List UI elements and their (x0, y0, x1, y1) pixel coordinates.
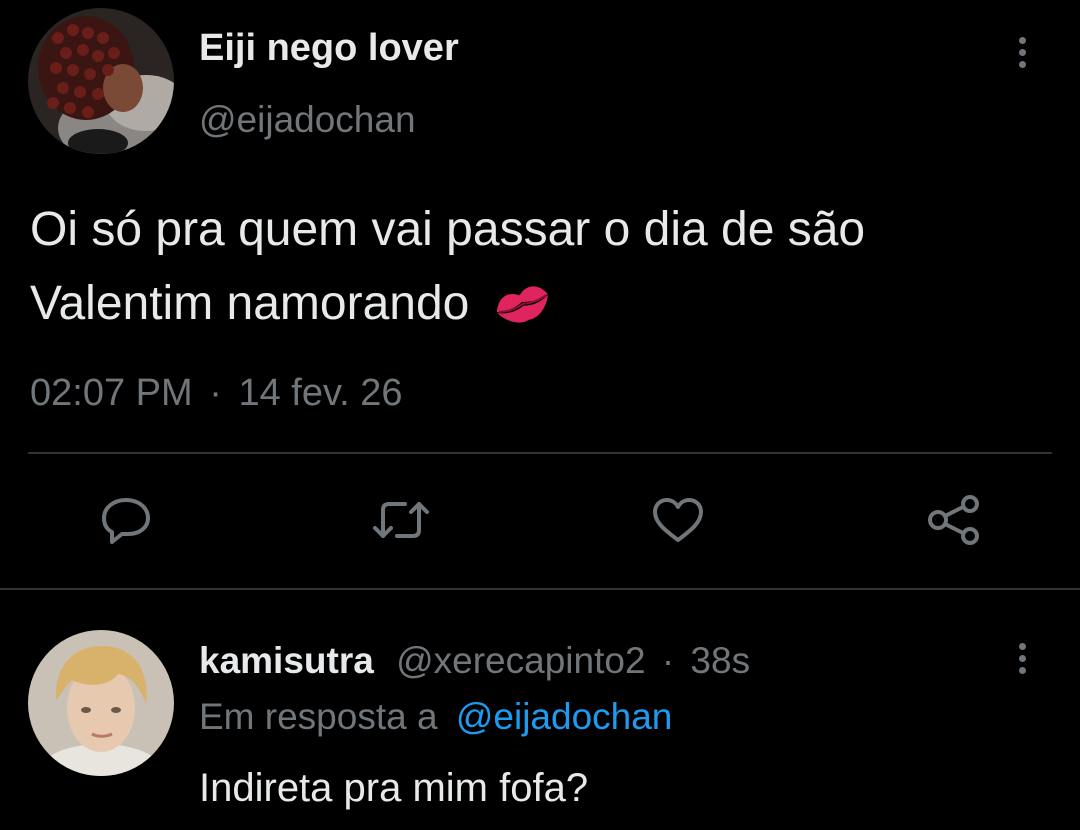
avatar-photo (28, 8, 174, 154)
replying-to-prefix: Em resposta a (199, 696, 438, 737)
tweet-text: Oi só pra quem vai passar o dia de são V… (30, 193, 1050, 347)
author-display-name[interactable]: Eiji nego lover (199, 27, 459, 70)
heart-icon (653, 498, 703, 542)
reply-meta-separator: · (661, 640, 675, 681)
tweet-divider-bottom (0, 588, 1080, 590)
replying-to: Em resposta a @eijadochan (199, 696, 672, 738)
tweet-text-line-1: Oi só pra quem vai passar o dia de são (30, 203, 866, 256)
share-icon (928, 495, 979, 545)
reply-button[interactable] (96, 490, 156, 550)
author-handle[interactable]: @eijadochan (199, 99, 416, 141)
tweet-time: 02:07 PM (30, 372, 193, 414)
kiss-mark-emoji (491, 273, 553, 347)
tweet-text-line-2: Valentim namorando (30, 267, 1050, 347)
reply-author-name[interactable]: kamisutra (199, 640, 374, 681)
avatar-photo (28, 630, 174, 776)
tweet-timestamp: 02:07 PM · 14 fev. 26 (30, 372, 403, 415)
reply-more-options-button[interactable] (1010, 636, 1034, 680)
tweet-divider-top (28, 452, 1052, 454)
more-vertical-icon (1018, 642, 1026, 650)
author-avatar[interactable] (28, 8, 174, 154)
lips-icon (496, 286, 548, 323)
reply-icon (102, 498, 150, 544)
more-vertical-icon (1018, 36, 1026, 44)
retweet-button[interactable] (371, 490, 431, 550)
reply-author-handle[interactable]: @xerecapinto2 (396, 640, 645, 681)
reply-age: 38s (690, 640, 751, 681)
more-options-button[interactable] (1010, 30, 1034, 74)
like-button[interactable] (648, 490, 708, 550)
reply-author-avatar[interactable] (28, 630, 174, 776)
tweet-date: 14 fev. 26 (238, 372, 403, 414)
retweet-icon (373, 502, 429, 538)
timestamp-separator: · (209, 372, 222, 414)
reply-text: Indireta pra mim fofa? (199, 766, 589, 810)
reply-header: kamisutra @xerecapinto2 · 38s (199, 640, 750, 682)
share-button[interactable] (924, 490, 984, 550)
replying-to-handle-link[interactable]: @eijadochan (456, 696, 673, 737)
tweet-text-line-2-words: Valentim namorando (30, 277, 470, 330)
